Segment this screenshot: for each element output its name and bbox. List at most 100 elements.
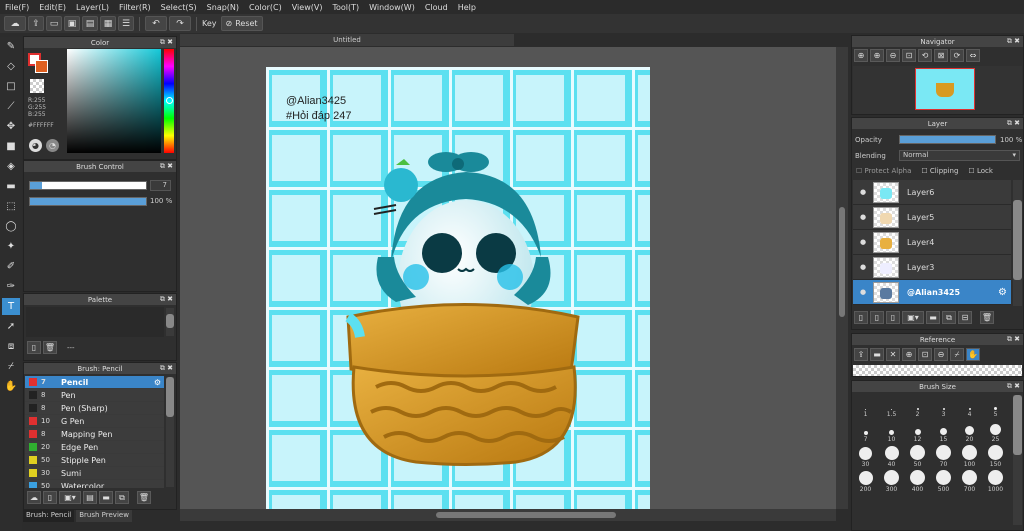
brush-size-option[interactable]: 150 bbox=[983, 444, 1008, 468]
menu-item-snapn[interactable]: Snap(N) bbox=[202, 3, 244, 12]
magic-wand-icon[interactable]: ✦ bbox=[2, 238, 20, 255]
protect-alpha-checkbox[interactable]: ☐ Protect Alpha bbox=[856, 167, 911, 175]
brush-size-option[interactable]: 100 bbox=[957, 444, 982, 468]
menu-item-filef[interactable]: File(F) bbox=[0, 3, 34, 12]
brush-settings-icon[interactable]: ▤ bbox=[83, 491, 97, 504]
brush-size-option[interactable]: 4 bbox=[957, 394, 982, 418]
brush-size-option[interactable]: 700 bbox=[957, 469, 982, 493]
palette-mode-icon[interactable]: ◕ bbox=[29, 139, 42, 152]
visibility-icon[interactable]: ● bbox=[853, 238, 873, 246]
color-saturation-field[interactable] bbox=[67, 49, 161, 153]
brush-item[interactable]: 8 Mapping Pen bbox=[25, 428, 164, 441]
brush-size-option[interactable]: 10 bbox=[879, 419, 904, 443]
menu-item-selects[interactable]: Select(S) bbox=[156, 3, 202, 12]
brush-size-option[interactable]: 400 bbox=[905, 469, 930, 493]
fit-icon[interactable]: ⊡ bbox=[902, 49, 916, 62]
brush-size-option[interactable]: 30 bbox=[853, 444, 878, 468]
ref-hand-icon[interactable]: ✋ bbox=[966, 348, 980, 361]
new-layer-icon[interactable]: ▯ bbox=[854, 311, 868, 324]
panel-close-icon[interactable]: ⧉ ✖ bbox=[1007, 119, 1020, 128]
select-eraser-icon[interactable]: ✑ bbox=[2, 278, 20, 295]
hue-knob[interactable] bbox=[166, 97, 173, 104]
brush-size-option[interactable]: 1 bbox=[853, 394, 878, 418]
fill-rect-icon[interactable]: ■ bbox=[2, 138, 20, 155]
menu-item-edite[interactable]: Edit(E) bbox=[34, 3, 71, 12]
rotate-right-icon[interactable]: ⟳ bbox=[950, 49, 964, 62]
transparent-swatch[interactable] bbox=[30, 79, 44, 93]
brush-size-option[interactable]: 12 bbox=[905, 419, 930, 443]
brush-size-option[interactable]: 1.5 bbox=[879, 394, 904, 418]
menu-item-layerl[interactable]: Layer(L) bbox=[71, 3, 114, 12]
navigator-preview[interactable] bbox=[853, 66, 1022, 114]
brush-item[interactable]: 20 Edge Pen bbox=[25, 441, 164, 454]
brush-size-scrollbar[interactable] bbox=[1013, 395, 1022, 525]
lock-checkbox[interactable]: ☐ Lock bbox=[968, 167, 992, 175]
horizontal-scrollbar[interactable] bbox=[180, 509, 836, 521]
close-ref-icon[interactable]: ✕ bbox=[886, 348, 900, 361]
layer-scrollbar[interactable] bbox=[1013, 180, 1022, 306]
tab-brush-pencil[interactable]: Brush: Pencil bbox=[23, 510, 75, 522]
visibility-icon[interactable]: ● bbox=[853, 288, 873, 296]
redo-icon[interactable]: ↷ bbox=[169, 16, 191, 31]
duplicate-layer-icon[interactable]: ⧉ bbox=[942, 311, 956, 324]
folder-icon[interactable]: ▬ bbox=[926, 311, 940, 324]
brush-size-option[interactable]: 70 bbox=[931, 444, 956, 468]
share-icon[interactable]: ⇪ bbox=[28, 16, 44, 31]
new-layer-8bit-icon[interactable]: ▯ bbox=[870, 311, 884, 324]
new-layer-1bit-icon[interactable]: ▯ bbox=[886, 311, 900, 324]
layer-opacity-slider[interactable] bbox=[899, 135, 996, 144]
undo-icon[interactable]: ↶ bbox=[145, 16, 167, 31]
open-folder-icon[interactable]: ▬ bbox=[870, 348, 884, 361]
reference-preview[interactable] bbox=[853, 365, 1022, 376]
brush-item[interactable]: 7 Pencil ⚙ bbox=[25, 376, 164, 389]
rect-tool-icon[interactable]: □ bbox=[2, 78, 20, 95]
zoom-in-alt-icon[interactable]: ⊕ bbox=[870, 49, 884, 62]
brush-size-option[interactable]: 3 bbox=[931, 394, 956, 418]
brush-size-option[interactable]: 25 bbox=[983, 419, 1008, 443]
brush-size-option[interactable]: 500 bbox=[931, 469, 956, 493]
brush-tool-icon[interactable]: ✎ bbox=[2, 38, 20, 55]
panel-close-icon[interactable]: ⧉ ✖ bbox=[160, 364, 173, 373]
panel-close-icon[interactable]: ⧉ ✖ bbox=[160, 295, 173, 304]
panel-close-icon[interactable]: ⧉ ✖ bbox=[1007, 382, 1020, 391]
bucket-tool-icon[interactable]: ◈ bbox=[2, 158, 20, 175]
layer-row[interactable]: ● Layer6 bbox=[853, 180, 1011, 205]
comment-icon[interactable]: ▭ bbox=[46, 16, 62, 31]
brush-size-option[interactable]: 40 bbox=[879, 444, 904, 468]
palette-menu[interactable]: --- bbox=[67, 344, 75, 352]
brush-item[interactable]: 50 Watercolor bbox=[25, 480, 164, 488]
operation-tool-icon[interactable]: ➚ bbox=[2, 318, 20, 335]
gear-icon[interactable]: ⚙ bbox=[154, 378, 161, 387]
artwork-canvas[interactable]: @Alian3425 #Hỏi đáp 247 bbox=[266, 67, 650, 509]
brush-folder-icon[interactable]: ▬ bbox=[99, 491, 113, 504]
brush-item[interactable]: 30 Sumi bbox=[25, 467, 164, 480]
palette-scrollbar[interactable] bbox=[166, 308, 174, 336]
layer-row[interactable]: ● Layer5 bbox=[853, 205, 1011, 230]
lasso-tool-icon[interactable]: ◯ bbox=[2, 218, 20, 235]
duplicate-brush-icon[interactable]: ⧉ bbox=[115, 491, 129, 504]
brush-size-slider[interactable] bbox=[29, 181, 147, 190]
canvas-tab[interactable]: Untitled bbox=[180, 34, 514, 46]
delete-palette-icon[interactable]: 🗑 bbox=[43, 341, 57, 354]
new-palette-icon[interactable]: ▯ bbox=[27, 341, 41, 354]
lasso-brush-icon[interactable]: ⟋ bbox=[2, 98, 20, 115]
menu-item-viewv[interactable]: View(V) bbox=[287, 3, 328, 12]
grid-icon[interactable]: ▦ bbox=[100, 16, 116, 31]
merge-layer-icon[interactable]: ⊟ bbox=[958, 311, 972, 324]
gear-icon[interactable]: ⚙ bbox=[998, 287, 1007, 298]
color-history-icon[interactable]: ◔ bbox=[46, 139, 59, 152]
brush-item[interactable]: 50 Stipple Pen bbox=[25, 454, 164, 467]
brush-size-value[interactable]: 7 bbox=[150, 180, 171, 191]
cloud-icon[interactable]: ☁ bbox=[4, 16, 26, 31]
panel-close-icon[interactable]: ⧉ ✖ bbox=[1007, 335, 1020, 344]
brush-item[interactable]: 10 G Pen bbox=[25, 415, 164, 428]
visibility-icon[interactable]: ● bbox=[853, 213, 873, 221]
eraser-tool-icon[interactable]: ◇ bbox=[2, 58, 20, 75]
delete-brush-icon[interactable]: 🗑 bbox=[137, 491, 151, 504]
brush-size-option[interactable]: 200 bbox=[853, 469, 878, 493]
select-pen-icon[interactable]: ✐ bbox=[2, 258, 20, 275]
tab-brush-preview[interactable]: Brush Preview bbox=[76, 510, 132, 522]
upload-icon[interactable]: ⇪ bbox=[854, 348, 868, 361]
hand-tool-icon[interactable]: ✋ bbox=[2, 378, 20, 395]
brush-size-option[interactable]: 50 bbox=[905, 444, 930, 468]
